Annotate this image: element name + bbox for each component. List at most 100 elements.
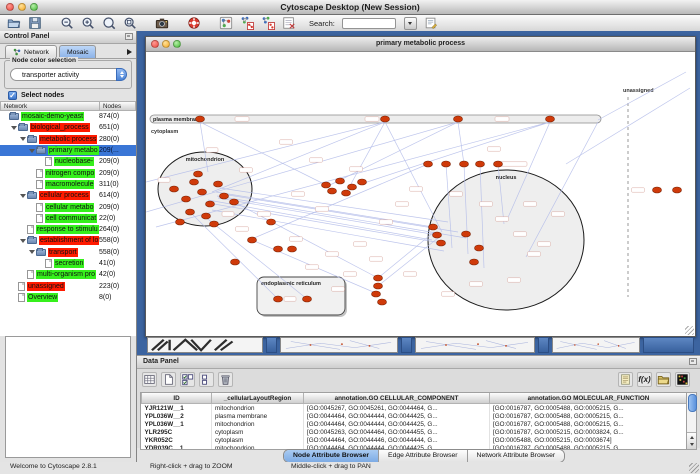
network-node[interactable] bbox=[230, 199, 239, 205]
network-node[interactable] bbox=[470, 259, 479, 265]
column-header[interactable]: annotation.GO MOLECULAR_FUNCTION bbox=[490, 393, 688, 404]
float-panel-icon[interactable] bbox=[125, 33, 133, 40]
network-node[interactable] bbox=[248, 237, 257, 243]
network-node[interactable] bbox=[322, 182, 331, 188]
network-node[interactable] bbox=[186, 209, 195, 215]
tree-row[interactable]: mosaic-demo-yeast874(0) bbox=[0, 111, 136, 122]
network-node[interactable] bbox=[196, 116, 205, 122]
network-node[interactable] bbox=[231, 259, 240, 265]
network-node[interactable] bbox=[424, 161, 433, 167]
network-node[interactable] bbox=[476, 161, 485, 167]
table-cell[interactable]: [GO:0045267, GO:0045261, GO:0044464, G..… bbox=[304, 404, 490, 413]
zoom-fit-content-icon[interactable] bbox=[123, 16, 137, 30]
search-dropdown-arrow-icon[interactable] bbox=[404, 17, 417, 30]
network-node[interactable] bbox=[328, 188, 337, 194]
export-image-camera-icon[interactable] bbox=[155, 16, 169, 30]
vizmapper-icon[interactable] bbox=[219, 16, 233, 30]
new-network-selected-edges-icon[interactable] bbox=[261, 16, 275, 30]
network-node[interactable] bbox=[429, 224, 438, 230]
minimized-window-edge[interactable] bbox=[643, 337, 694, 353]
destroy-network-icon[interactable] bbox=[282, 16, 296, 30]
network-node[interactable] bbox=[288, 246, 297, 252]
network-node[interactable] bbox=[303, 296, 312, 302]
tree-row[interactable]: cell communicat22(0) bbox=[0, 213, 136, 224]
network-node[interactable] bbox=[198, 189, 207, 195]
network-node[interactable] bbox=[202, 213, 211, 219]
network-node[interactable] bbox=[336, 178, 345, 184]
new-network-from-selection-icon[interactable] bbox=[240, 16, 254, 30]
app-resize-grip[interactable] bbox=[689, 463, 699, 473]
network-node[interactable] bbox=[194, 171, 203, 177]
minimized-window-edge[interactable] bbox=[401, 337, 412, 353]
table-cell[interactable]: [GO:0016787, GO:0005488, GO:0005215, G..… bbox=[490, 412, 688, 420]
table-cell[interactable]: YPL036W__1 bbox=[142, 420, 212, 428]
network-node[interactable] bbox=[462, 231, 471, 237]
zoom-window-button[interactable] bbox=[30, 3, 38, 11]
network-node[interactable] bbox=[653, 187, 662, 193]
table-row[interactable]: YKR052Ccytoplasm[GO:0044464, GO:0044446,… bbox=[142, 436, 688, 444]
table-scrollbar[interactable] bbox=[686, 392, 697, 450]
unselect-attributes-icon[interactable] bbox=[199, 372, 214, 387]
network-node[interactable] bbox=[454, 116, 463, 122]
network-node[interactable] bbox=[437, 240, 446, 246]
network-minimize-button[interactable] bbox=[162, 40, 170, 48]
dropdown-stepper-icon[interactable] bbox=[116, 68, 127, 81]
table-cell[interactable]: YPL036W__2 bbox=[142, 412, 212, 420]
network-node[interactable] bbox=[342, 190, 351, 196]
tree-row[interactable]: transport558(0) bbox=[0, 247, 136, 258]
table-cell[interactable]: [GO:0044464, GO:0044444, GO:0044425, G..… bbox=[304, 412, 490, 420]
table-cell[interactable]: [GO:0045263, GO:0044464, GO:0044455, G..… bbox=[304, 428, 490, 436]
network-canvas[interactable]: plasma membranecytoplasmmitochondrionnuc… bbox=[146, 52, 693, 335]
network-node[interactable] bbox=[206, 201, 215, 207]
open-session-icon[interactable] bbox=[7, 16, 21, 30]
tree-row[interactable]: nucleobase-209(0) bbox=[0, 156, 136, 167]
new-attribute-icon[interactable] bbox=[161, 372, 176, 387]
import-attributes-icon[interactable] bbox=[656, 372, 671, 387]
table-row[interactable]: YLR295Ccytoplasm[GO:0045263, GO:0044464,… bbox=[142, 428, 688, 436]
tree-column-nodes[interactable]: Nodes bbox=[100, 101, 136, 111]
tree-row[interactable]: response to stimulu264(0) bbox=[0, 224, 136, 235]
minimize-window-button[interactable] bbox=[18, 3, 26, 11]
tree-row[interactable]: cellular metabo209(0) bbox=[0, 201, 136, 212]
network-node[interactable] bbox=[274, 296, 283, 302]
network-view-window[interactable]: primary metabolic process plasma membran… bbox=[145, 36, 696, 337]
network-close-button[interactable] bbox=[151, 40, 159, 48]
node-color-dropdown[interactable]: transporter activity bbox=[10, 68, 126, 81]
network-node[interactable] bbox=[220, 193, 229, 199]
network-node[interactable] bbox=[190, 179, 199, 185]
window-titlebar[interactable]: Cytoscape Desktop (New Session) bbox=[0, 0, 700, 15]
network-node[interactable] bbox=[170, 186, 179, 192]
table-cell[interactable]: mitochondrion bbox=[212, 404, 304, 413]
close-window-button[interactable] bbox=[6, 3, 14, 11]
help-lifesaver-icon[interactable] bbox=[187, 16, 201, 30]
search-input[interactable] bbox=[342, 18, 396, 29]
tree-row[interactable]: secretion41(0) bbox=[0, 258, 136, 269]
notes-icon[interactable] bbox=[618, 372, 633, 387]
table-cell[interactable]: cytoplasm bbox=[212, 428, 304, 436]
tree-row[interactable]: metabolic process280(0) bbox=[0, 134, 136, 145]
network-zoom-button[interactable] bbox=[173, 40, 181, 48]
network-node[interactable] bbox=[433, 232, 442, 238]
zoom-selected-region-icon[interactable] bbox=[102, 16, 116, 30]
heatmap-matrix-icon[interactable] bbox=[675, 372, 690, 387]
function-builder-icon[interactable]: f(x) bbox=[637, 372, 652, 387]
float-data-panel-icon[interactable] bbox=[689, 358, 697, 365]
table-row[interactable]: YPL036W__1mitochondrion[GO:0044464, GO:0… bbox=[142, 420, 688, 428]
tree-row[interactable]: establishment of lo558(0) bbox=[0, 235, 136, 246]
table-cell[interactable]: [GO:0016787, GO:0005488, GO:0005215, G..… bbox=[490, 420, 688, 428]
network-node[interactable] bbox=[374, 275, 383, 281]
table-cell[interactable]: [GO:0016787, GO:0005488, GO:0005215, G..… bbox=[490, 404, 688, 413]
network-window-titlebar[interactable]: primary metabolic process bbox=[146, 37, 695, 52]
table-row[interactable]: YJR121W__1mitochondrion[GO:0045267, GO:0… bbox=[142, 404, 688, 413]
configure-search-icon[interactable] bbox=[424, 16, 438, 30]
save-session-icon[interactable] bbox=[28, 16, 42, 30]
tree-column-network[interactable]: Network bbox=[0, 101, 100, 111]
attribute-table-icon[interactable] bbox=[142, 372, 157, 387]
network-node[interactable] bbox=[182, 196, 191, 202]
minimized-window-edge[interactable] bbox=[266, 337, 277, 353]
table-cell[interactable]: YDR039C__1 bbox=[142, 444, 212, 450]
table-cell[interactable]: YKR052C bbox=[142, 436, 212, 444]
tree-row[interactable]: cellular process614(0) bbox=[0, 190, 136, 201]
tree-row[interactable]: macromolecule311(0) bbox=[0, 179, 136, 190]
tab-node-attribute-browser[interactable]: Node Attribute Browser bbox=[284, 450, 379, 462]
